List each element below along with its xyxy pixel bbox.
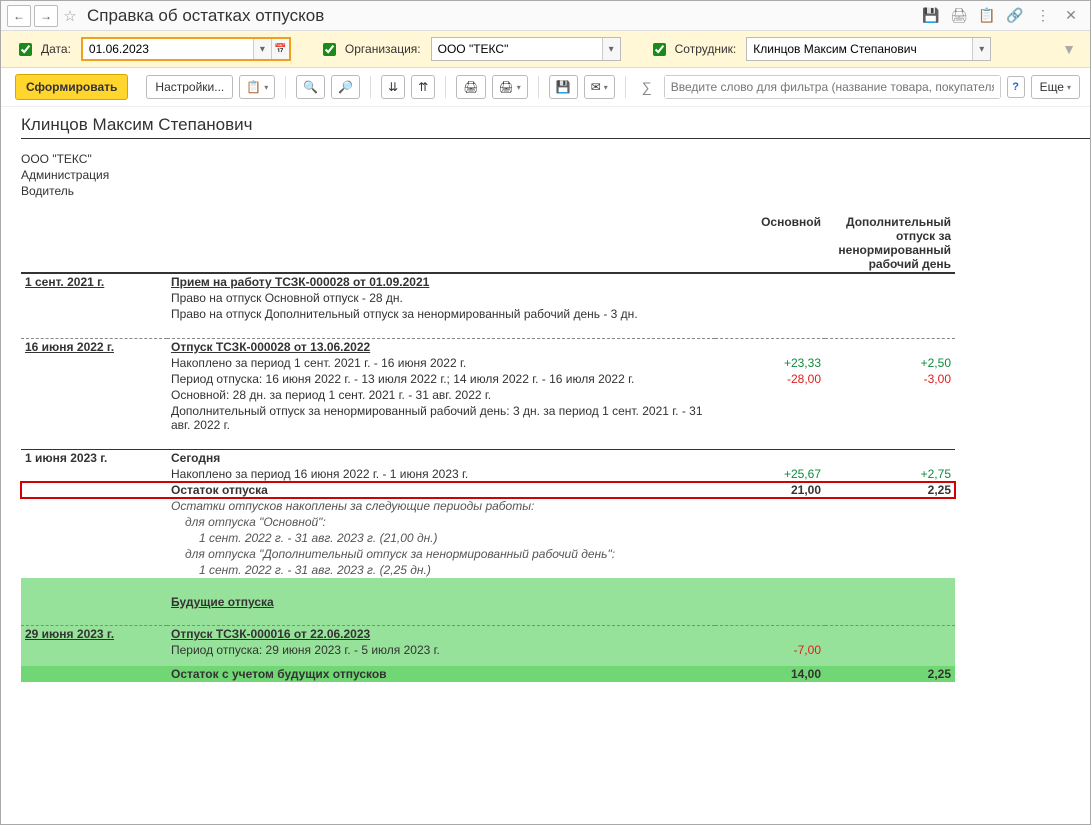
report-row: 1 сент. 2021 г.Прием на работу ТСЗК-0000…	[21, 273, 955, 290]
help-button[interactable]: ?	[1007, 76, 1025, 98]
date-checkbox[interactable]	[19, 43, 32, 56]
report-row	[21, 322, 955, 339]
doc-icon[interactable]: 📋	[978, 7, 996, 25]
org-dropdown[interactable]: ▾	[602, 38, 620, 60]
print-button[interactable]: 🖨	[456, 75, 485, 99]
report-row: 1 сент. 2022 г. - 31 авг. 2023 г. (21,00…	[21, 530, 955, 546]
report-row: Период отпуска: 16 июня 2022 г. - 13 июл…	[21, 371, 955, 387]
report-row: Остаток с учетом будущих отпусков14,002,…	[21, 666, 955, 682]
report-row: Право на отпуск Дополнительный отпуск за…	[21, 306, 955, 322]
report-window: ← → ☆ Справка об остатках отпусков 💾 🖨 📋…	[0, 0, 1091, 825]
report-table: Основной Дополнительный отпуск за ненорм…	[21, 214, 955, 683]
employee-name: Клинцов Максим Степанович	[21, 115, 1090, 139]
star-icon[interactable]: ☆	[61, 7, 79, 25]
col-main-header: Основной	[715, 214, 825, 273]
report-row: для отпуска "Дополнительный отпуск за не…	[21, 546, 955, 562]
department: Администрация	[21, 167, 1090, 183]
zoom-out-button[interactable]: 🔎	[331, 75, 360, 99]
print-icon[interactable]: 🖨	[950, 7, 968, 25]
search-field	[664, 75, 1001, 99]
toolbar: Сформировать Настройки... 📋▾ 🔍 🔎 ⇊ ⇈ 🖨 🖨…	[1, 68, 1090, 107]
org-block: ООО "ТЕКС" Администрация Водитель	[21, 151, 1090, 200]
filter-bar: Дата: ▾ 📅 Организация: ▾ Сотрудник: ▾ ▼	[1, 31, 1090, 68]
date-dropdown[interactable]: ▾	[253, 39, 271, 59]
back-button[interactable]: ←	[7, 5, 31, 27]
search-input[interactable]	[665, 76, 1000, 98]
report-row: 16 июня 2022 г.Отпуск ТСЗК-000028 от 13.…	[21, 338, 955, 355]
window-title: Справка об остатках отпусков	[87, 6, 324, 26]
close-icon[interactable]: ✕	[1062, 7, 1080, 25]
emp-field: ▾	[746, 37, 991, 61]
save-button[interactable]: 💾	[549, 75, 578, 99]
report-row	[21, 578, 955, 594]
report-row: Накоплено за период 16 июня 2022 г. - 1 …	[21, 466, 955, 482]
report-row: 1 июня 2023 г.Сегодня	[21, 449, 955, 466]
emp-dropdown[interactable]: ▾	[972, 38, 990, 60]
filter-funnel-icon[interactable]: ▼	[1062, 41, 1080, 57]
org-checkbox[interactable]	[323, 43, 336, 56]
zoom-in-button[interactable]: 🔍	[296, 75, 325, 99]
settings-button[interactable]: Настройки...	[146, 75, 233, 99]
form-button[interactable]: Сформировать	[15, 74, 128, 100]
forward-button[interactable]: →	[34, 5, 58, 27]
more-icon[interactable]: ⋮	[1034, 7, 1052, 25]
position: Водитель	[21, 183, 1090, 199]
org-field: ▾	[431, 37, 621, 61]
report-row: Остаток отпуска21,002,25	[21, 482, 955, 498]
date-field: ▾ 📅	[81, 37, 291, 61]
more-button[interactable]: Еще▾	[1031, 75, 1080, 99]
report-row: Остатки отпусков накоплены за следующие …	[21, 498, 955, 514]
collapse-button[interactable]: ⇈	[411, 75, 435, 99]
copy-button[interactable]: 📋▾	[239, 75, 275, 99]
org-input[interactable]	[432, 38, 602, 60]
report-row: Будущие отпуска	[21, 594, 955, 610]
col-addl-header: Дополнительный отпуск за ненормированный…	[825, 214, 955, 273]
date-calendar-icon[interactable]: 📅	[271, 39, 289, 59]
report-row: Дополнительный отпуск за ненормированный…	[21, 403, 955, 433]
titlebar: ← → ☆ Справка об остатках отпусков 💾 🖨 📋…	[1, 1, 1090, 31]
report-row: Право на отпуск Основной отпуск - 28 дн.	[21, 290, 955, 306]
date-input[interactable]	[83, 39, 253, 59]
report-row: Накоплено за период 1 сент. 2021 г. - 16…	[21, 355, 955, 371]
report-row	[21, 658, 955, 666]
mail-button[interactable]: ✉▾	[584, 75, 615, 99]
report-row	[21, 433, 955, 450]
report-row: 29 июня 2023 г.Отпуск ТСЗК-000016 от 22.…	[21, 626, 955, 643]
date-label: Дата:	[41, 42, 71, 56]
header-row: Основной Дополнительный отпуск за ненорм…	[21, 214, 955, 273]
emp-input[interactable]	[747, 38, 972, 60]
report-row: для отпуска "Основной":	[21, 514, 955, 530]
report-row: Период отпуска: 29 июня 2023 г. - 5 июля…	[21, 642, 955, 658]
emp-checkbox[interactable]	[653, 43, 666, 56]
print-dropdown-button[interactable]: 🖨▾	[492, 75, 528, 99]
sigma-icon[interactable]: ∑	[642, 79, 652, 95]
emp-label: Сотрудник:	[675, 42, 737, 56]
report-row: 1 сент. 2022 г. - 31 авг. 2023 г. (2,25 …	[21, 562, 955, 578]
link-icon[interactable]: 🔗	[1006, 7, 1024, 25]
save-icon[interactable]: 💾	[922, 7, 940, 25]
report-row	[21, 610, 955, 626]
org-label: Организация:	[345, 42, 421, 56]
expand-button[interactable]: ⇊	[381, 75, 405, 99]
report-row: Основной: 28 дн. за период 1 сент. 2021 …	[21, 387, 955, 403]
report-area[interactable]: Клинцов Максим Степанович ООО "ТЕКС" Адм…	[1, 107, 1090, 824]
org-name: ООО "ТЕКС"	[21, 151, 1090, 167]
